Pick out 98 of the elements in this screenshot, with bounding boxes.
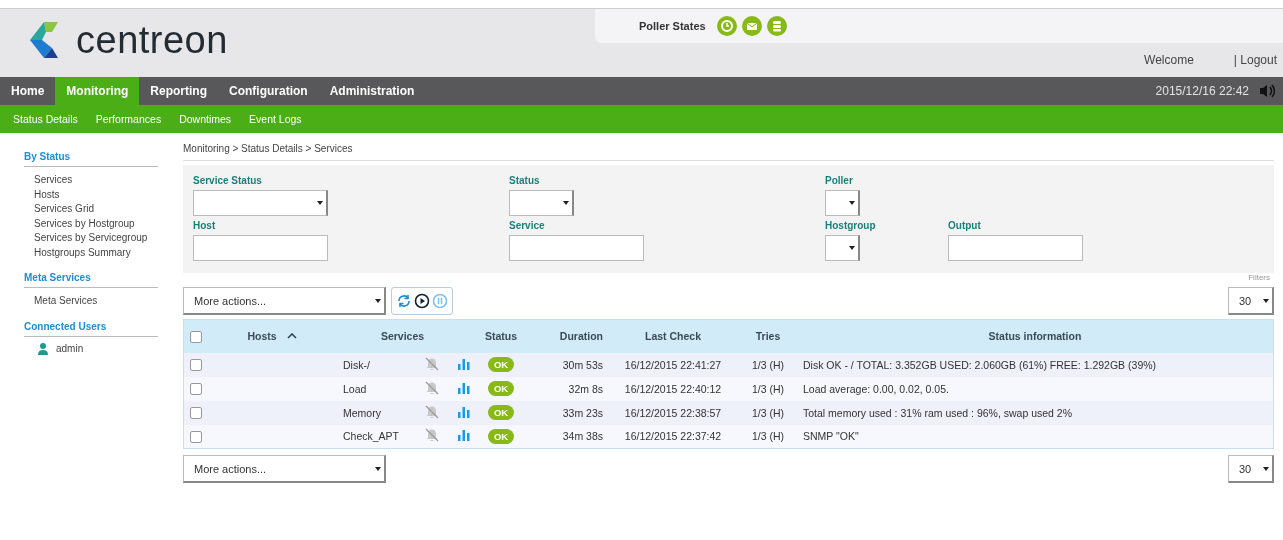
select-field[interactable] [193, 190, 328, 216]
sidebar-section-title: By Status [24, 151, 158, 167]
filter-label: Poller [825, 175, 854, 186]
caret-icon [375, 466, 381, 471]
tries: 1/3 (H) [751, 430, 785, 443]
bell-off-icon [425, 428, 439, 443]
bar-chart-icon[interactable] [458, 429, 470, 442]
column-header[interactable]: Status information [988, 330, 1082, 343]
caret-icon [375, 298, 381, 303]
tries: 1/3 (H) [751, 382, 785, 395]
status-badge: OK [487, 381, 515, 396]
sidebar-item[interactable]: Services [24, 173, 158, 188]
row-checkbox[interactable] [190, 383, 202, 396]
last-check: 16/12/2015 22:40:12 [624, 382, 722, 395]
status-information: Load average: 0.00, 0.02, 0.05. [803, 382, 949, 395]
caret-icon [1263, 298, 1269, 303]
column-header[interactable]: Hosts [247, 330, 277, 343]
bell-off-icon [425, 356, 439, 371]
play-icon[interactable] [414, 293, 430, 309]
more-actions-select[interactable]: More actions... [183, 455, 386, 483]
filter-label: Service Status [193, 175, 263, 186]
last-check: 16/12/2015 22:41:27 [624, 358, 722, 371]
row-checkbox[interactable] [190, 407, 202, 420]
date-time: 2015/12/16 22:42 [1155, 84, 1249, 98]
service-name[interactable]: Memory [343, 406, 381, 419]
user-icon [38, 342, 48, 355]
tries: 1/3 (H) [751, 406, 785, 419]
logout-link[interactable]: | Logout [1233, 53, 1277, 67]
caret-icon [317, 201, 323, 205]
clock-icon[interactable] [716, 16, 737, 36]
status-badge: OK [487, 428, 515, 444]
sidebar-section-title: Meta Services [24, 272, 158, 288]
caret-icon [563, 201, 569, 205]
select-field[interactable] [825, 190, 860, 216]
welcome-text: Welcome [1144, 53, 1194, 67]
sidebar-section-title: Connected Users [24, 320, 158, 337]
page-limit-select[interactable]: 30 [1228, 287, 1274, 315]
page-limit-select[interactable]: 30 [1228, 455, 1274, 483]
service-name[interactable]: Check_APT [343, 430, 400, 443]
bar-chart-icon[interactable] [458, 357, 470, 370]
more-actions-select[interactable]: More actions... [183, 287, 386, 315]
duration: 34m 38s [562, 430, 603, 443]
sidebar-item[interactable]: Services by Hostgroup [24, 216, 158, 231]
column-header[interactable]: Last Check [645, 330, 701, 343]
select-all-checkbox[interactable] [190, 330, 202, 343]
main-menu-tab[interactable]: Configuration [218, 77, 319, 105]
input-field[interactable] [948, 235, 1083, 261]
status-information: Total memory used : 31% ram used : 96%, swap used 2% [803, 406, 1073, 419]
select-field[interactable] [509, 190, 574, 216]
column-header[interactable]: Duration [559, 330, 603, 343]
column-header[interactable]: Status [484, 330, 518, 343]
main-menu-tab[interactable]: Home [0, 77, 56, 105]
row-checkbox[interactable] [190, 430, 202, 443]
bell-off-icon [425, 380, 439, 395]
duration: 32m 8s [568, 382, 603, 395]
status-badge: OK [487, 405, 515, 420]
service-name[interactable]: Load [343, 382, 367, 395]
sidebar-item[interactable]: Services Grid [24, 202, 158, 217]
duration: 30m 53s [562, 358, 603, 371]
tries: 1/3 (H) [751, 358, 785, 371]
duration: 33m 23s [562, 406, 603, 419]
sidebar-item[interactable]: Hosts [24, 187, 158, 202]
bar-chart-icon[interactable] [458, 381, 470, 394]
main-menu-tab[interactable]: Administration [318, 77, 426, 105]
caret-icon [849, 246, 855, 250]
input-field[interactable] [509, 235, 644, 261]
main-menu-tab[interactable]: Reporting [139, 77, 218, 105]
bar-chart-icon[interactable] [458, 405, 470, 418]
speaker-icon[interactable] [1259, 84, 1275, 98]
database-icon[interactable] [766, 16, 787, 36]
service-name[interactable]: Disk-/ [343, 358, 370, 371]
caret-icon [849, 201, 855, 205]
column-header[interactable]: Tries [755, 330, 781, 343]
filter-label: Service [509, 220, 546, 231]
poller-states-label: Poller States [639, 20, 706, 32]
last-check: 16/12/2015 22:38:57 [624, 406, 722, 419]
user-name: admin [56, 343, 84, 354]
filter-label: Status [509, 175, 541, 186]
sidebar-item[interactable]: Meta Services [24, 294, 158, 309]
column-header[interactable]: Services [380, 330, 425, 343]
sort-icon[interactable] [286, 333, 297, 340]
bell-off-icon [425, 404, 439, 419]
sidebar-item[interactable]: Hostgroups Summary [24, 245, 158, 260]
filter-label: Host [193, 220, 217, 231]
filter-label: Hostgroup [825, 220, 877, 231]
row-checkbox[interactable] [190, 359, 202, 372]
input-field[interactable] [193, 235, 328, 261]
logo-text: centreon [76, 18, 228, 62]
filter-label: Output [948, 220, 982, 231]
sidebar-item[interactable]: Services by Servicegroup [24, 231, 158, 246]
envelope-icon[interactable] [741, 16, 762, 36]
status-information: Disk OK - / TOTAL: 3.352GB USED: 2.060GB (61%) FREE: 1.292GB (39%) [803, 358, 1157, 371]
last-check: 16/12/2015 22:37:42 [624, 430, 722, 443]
status-information: SNMP "OK" [803, 430, 859, 443]
caret-icon [1263, 466, 1269, 471]
breadcrumb: Monitoring > Status Details > Services [183, 133, 1274, 161]
status-badge: OK [487, 357, 515, 372]
select-field[interactable] [825, 235, 860, 261]
